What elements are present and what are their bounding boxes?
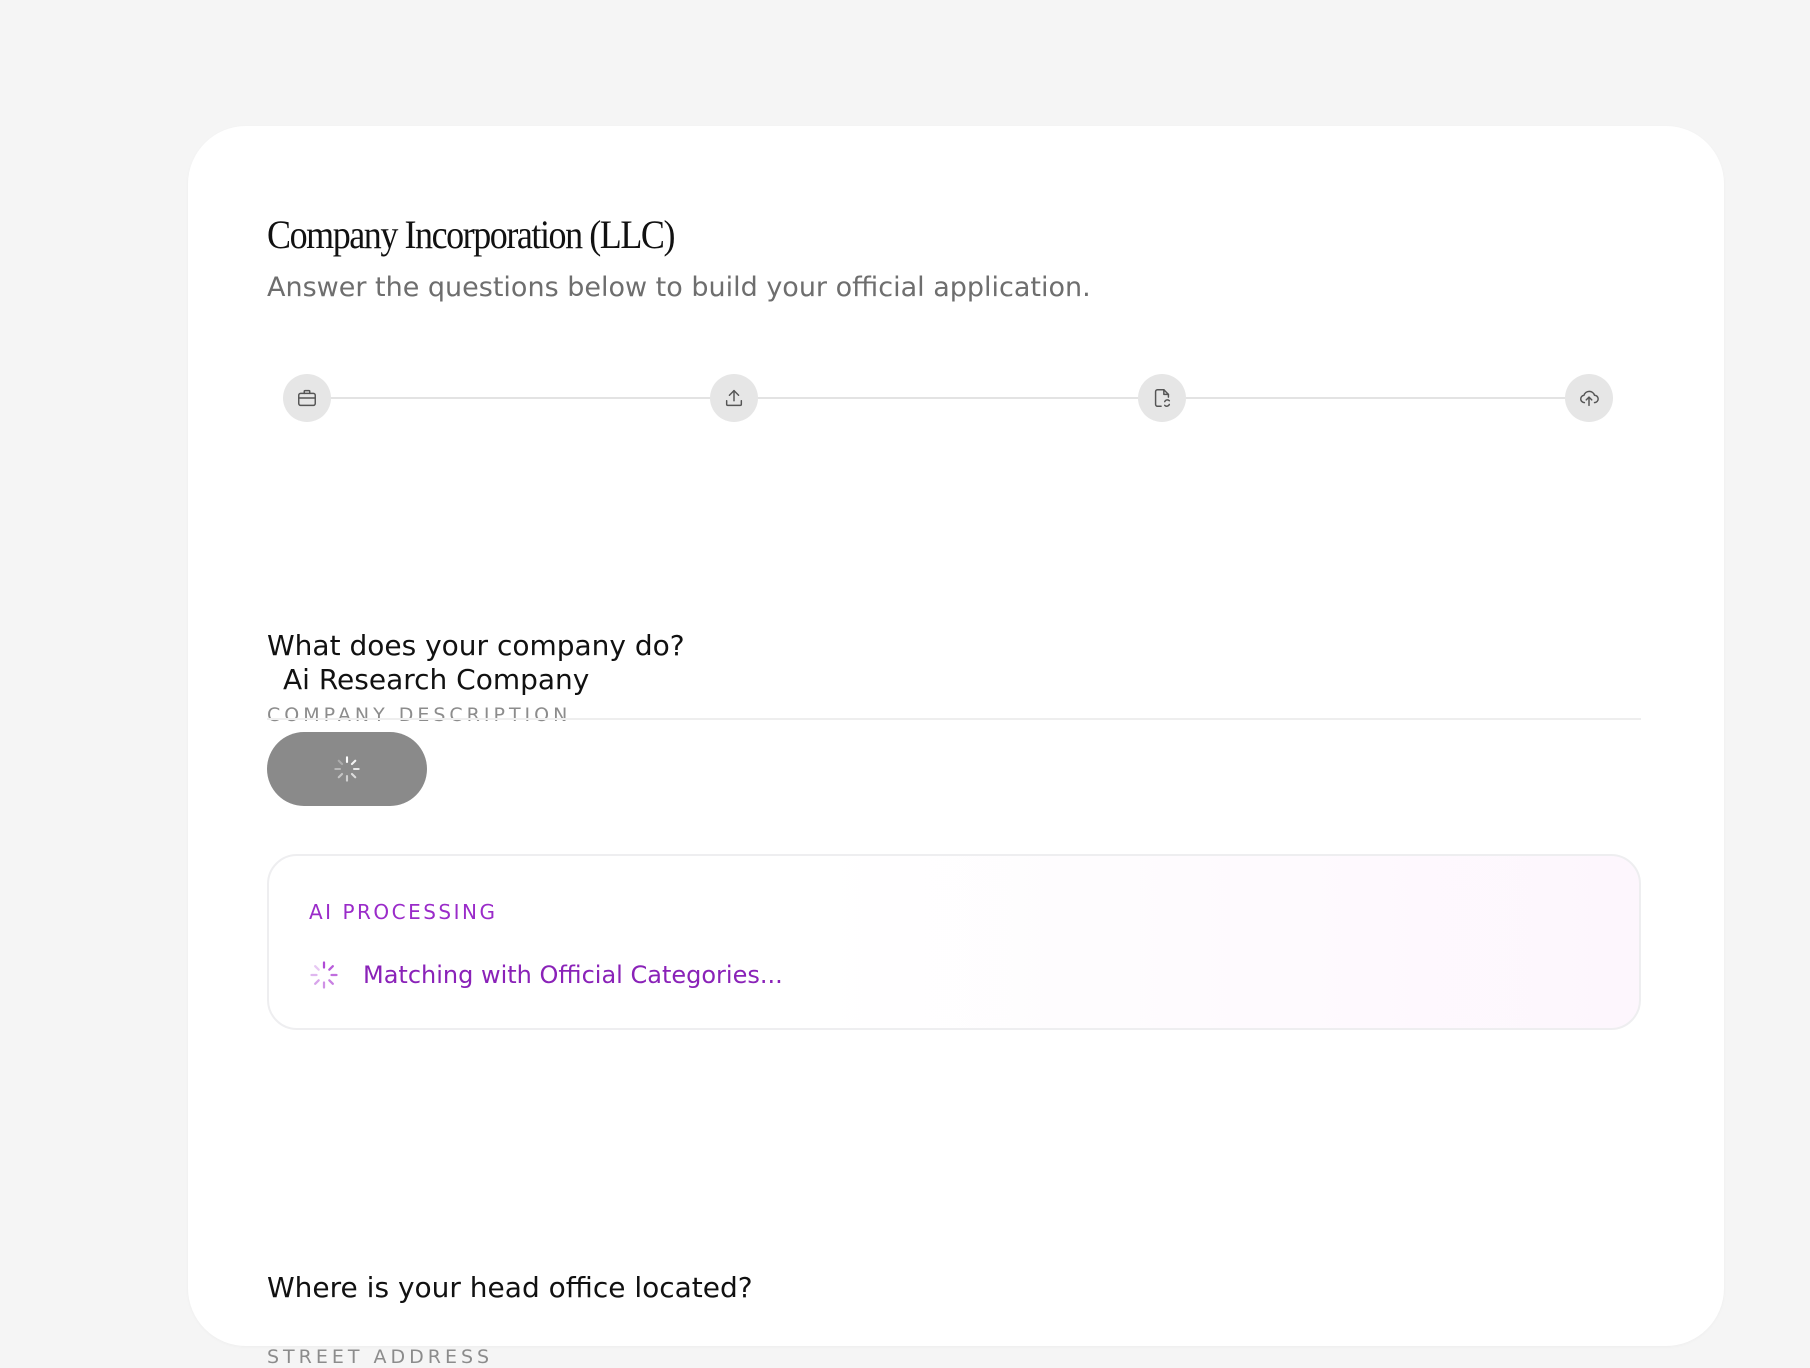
loading-spinner-icon (334, 756, 360, 782)
progress-stepper (283, 374, 1613, 422)
field-label-street-address: STREET ADDRESS (267, 1346, 494, 1368)
ai-processing-status-text: Matching with Official Categories... (363, 961, 783, 989)
stepper-track (307, 397, 1589, 399)
step-upload[interactable] (710, 374, 758, 422)
question-head-office: Where is your head office located? (267, 1271, 753, 1304)
loading-spinner-icon (310, 961, 338, 989)
company-description-input[interactable] (267, 640, 1641, 720)
ai-processing-panel: AI PROCESSING Matching with Official Cat… (267, 854, 1641, 1030)
document-sync-icon (1154, 389, 1171, 407)
step-review[interactable] (1138, 374, 1186, 422)
cloud-upload-icon (1580, 390, 1599, 407)
step-submit[interactable] (1565, 374, 1613, 422)
briefcase-icon (298, 389, 316, 407)
ai-processing-status: Matching with Official Categories... (309, 960, 783, 990)
upload-icon (725, 389, 743, 407)
step-company-info[interactable] (283, 374, 331, 422)
ai-processing-label: AI PROCESSING (309, 900, 498, 924)
page-subtitle: Answer the questions below to build your… (267, 272, 1091, 303)
page-title: Company Incorporation (LLC) (267, 212, 675, 257)
form-card: Company Incorporation (LLC) Answer the q… (188, 126, 1724, 1368)
submit-button[interactable] (267, 732, 427, 806)
